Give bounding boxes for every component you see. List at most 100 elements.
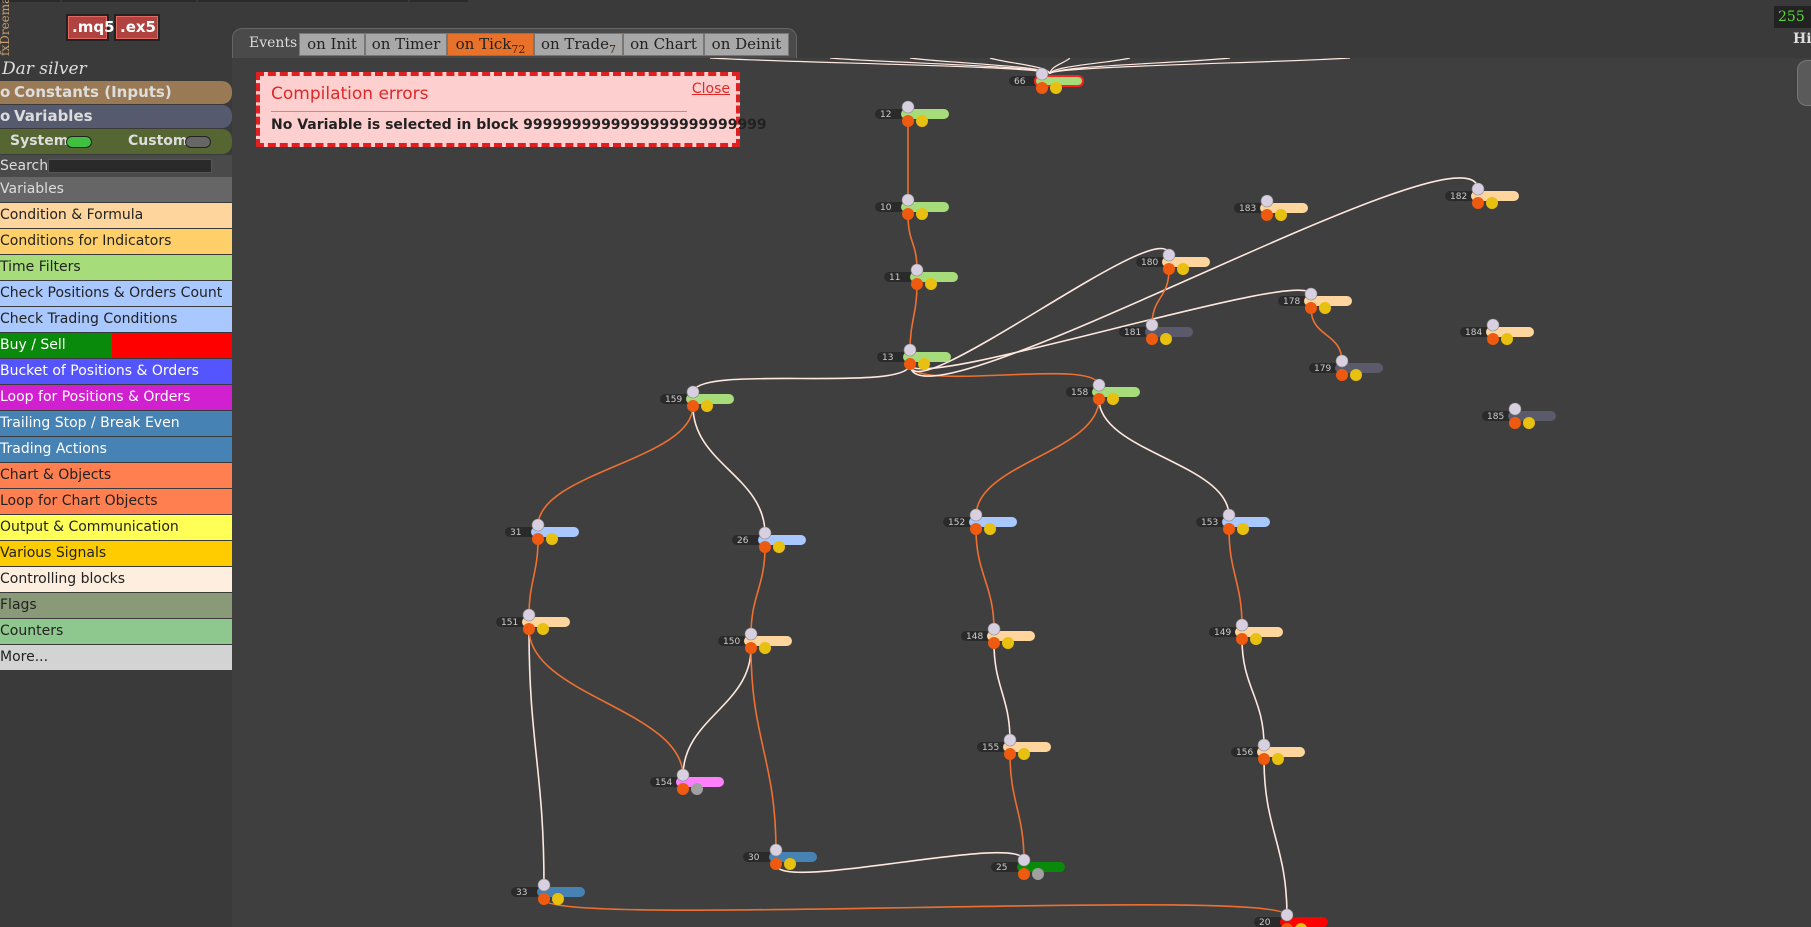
block-66[interactable]: 66 — [1009, 67, 1084, 94]
constants-panel-header[interactable]: o Constants (Inputs) — [0, 81, 232, 104]
tab-on-chart[interactable]: on Chart — [623, 33, 704, 56]
output-connector-true — [677, 783, 689, 795]
tab-label: on Init — [307, 35, 357, 53]
tab-on-trade[interactable]: on Trade7 — [534, 33, 623, 56]
connection-wire — [909, 283, 918, 352]
custom-label: Custom — [128, 133, 188, 149]
category-item[interactable]: More... — [0, 645, 232, 670]
category-item[interactable]: Loop for Chart Objects — [0, 489, 232, 514]
input-connector — [537, 878, 551, 892]
category-item[interactable]: Counters — [0, 619, 232, 644]
top-divider — [410, 0, 468, 2]
block-10[interactable]: 10 — [875, 193, 949, 220]
output-connector-false — [1018, 748, 1030, 760]
block-181[interactable]: 181 — [1119, 318, 1193, 345]
category-item[interactable]: Buy / Sell — [0, 333, 232, 358]
system-label: System — [10, 133, 69, 149]
block-156[interactable]: 156 — [1231, 738, 1305, 765]
block-20[interactable]: 20 — [1254, 908, 1328, 927]
category-item[interactable]: Controlling blocks — [0, 567, 232, 592]
category-item[interactable]: Variables — [0, 177, 232, 202]
category-item[interactable]: Trading Actions — [0, 437, 232, 462]
category-item[interactable]: Output & Communication — [0, 515, 232, 540]
block-150[interactable]: 150 — [718, 627, 792, 654]
connection-wire — [750, 647, 777, 852]
tab-label: on Trade — [540, 35, 610, 53]
block-159[interactable]: 159 — [660, 385, 734, 412]
block-11[interactable]: 11 — [884, 263, 958, 290]
block-graph[interactable]: 66 12 10 11 13 159 158 183 182 180 178 181 179 184 185… — [232, 58, 1811, 927]
input-connector — [903, 343, 917, 357]
connection-wire — [1009, 753, 1025, 862]
category-item[interactable]: Chart & Objects — [0, 463, 232, 488]
tab-on-tick[interactable]: on Tick72 — [447, 33, 534, 56]
category-item[interactable]: Trailing Stop / Break Even — [0, 411, 232, 436]
block-151[interactable]: 151 — [496, 608, 570, 635]
block-154[interactable]: 154 — [650, 768, 724, 795]
system-toggle[interactable] — [66, 136, 92, 148]
connection-wire — [1098, 398, 1230, 517]
block-153[interactable]: 153 — [1196, 508, 1270, 535]
category-item[interactable]: Conditions for Indicators — [0, 229, 232, 254]
ex5-button[interactable]: .ex5 — [114, 14, 160, 41]
block-148[interactable]: 148 — [961, 622, 1035, 649]
mq5-button[interactable]: .mq5 — [66, 14, 115, 41]
input-connector — [758, 526, 772, 540]
block-id-label: 66 — [1014, 77, 1026, 87]
block-183[interactable]: 183 — [1234, 194, 1308, 221]
block-id-label: 11 — [889, 273, 900, 283]
output-connector-true — [1093, 393, 1105, 405]
sell-swatch[interactable] — [112, 333, 232, 358]
connection-wire — [682, 647, 752, 777]
input-connector — [969, 508, 983, 522]
block-26[interactable]: 26 — [732, 526, 806, 553]
output-connector-true — [538, 893, 550, 905]
category-item[interactable]: Check Trading Conditions — [0, 307, 232, 332]
custom-toggle[interactable] — [185, 136, 211, 148]
category-item[interactable]: Loop for Positions & Orders — [0, 385, 232, 410]
search-input[interactable] — [48, 159, 212, 173]
category-item[interactable]: Condition & Formula — [0, 203, 232, 228]
input-connector — [1486, 318, 1500, 332]
block-25[interactable]: 25 — [991, 853, 1065, 880]
block-158[interactable]: 158 — [1066, 378, 1140, 405]
input-connector — [1260, 194, 1274, 208]
category-item[interactable]: Check Positions & Orders Count — [0, 281, 232, 306]
block-155[interactable]: 155 — [977, 733, 1051, 760]
block-179[interactable]: 179 — [1309, 354, 1383, 381]
connection-wire — [909, 289, 1312, 370]
block-31[interactable]: 31 — [505, 518, 579, 545]
block-12[interactable]: 12 — [875, 100, 949, 127]
block-id-label: 159 — [665, 395, 682, 405]
panel-header-label: Variables — [14, 107, 93, 125]
connection-wire — [1228, 528, 1243, 627]
input-connector — [1335, 354, 1349, 368]
category-item[interactable]: Time Filters — [0, 255, 232, 280]
block-30[interactable]: 30 — [743, 843, 817, 870]
block-id-label: 152 — [948, 518, 965, 528]
category-label: Flags — [0, 597, 37, 613]
output-connector-true — [902, 115, 914, 127]
block-182[interactable]: 182 — [1445, 182, 1519, 209]
tab-on-timer[interactable]: on Timer — [365, 33, 447, 56]
close-link[interactable]: Close — [692, 81, 730, 97]
block-180[interactable]: 180 — [1136, 248, 1210, 275]
category-label: More... — [0, 649, 49, 665]
category-item[interactable]: Flags — [0, 593, 232, 618]
tab-on-init[interactable]: on Init — [299, 33, 365, 56]
history-label[interactable]: His — [1793, 31, 1811, 47]
category-item[interactable]: Various Signals — [0, 541, 232, 566]
tab-on-deinit[interactable]: on Deinit — [704, 33, 789, 56]
block-149[interactable]: 149 — [1209, 618, 1283, 645]
block-152[interactable]: 152 — [943, 508, 1017, 535]
block-33[interactable]: 33 — [511, 878, 585, 905]
block-canvas[interactable]: 66 12 10 11 13 159 158 183 182 180 178 181 179 184 185… — [232, 58, 1811, 927]
project-name[interactable]: Dar silver — [2, 58, 87, 80]
category-item[interactable]: Bucket of Positions & Orders — [0, 359, 232, 384]
output-connector-false — [701, 400, 713, 412]
output-connector-false — [916, 115, 928, 127]
block-184[interactable]: 184 — [1460, 318, 1534, 345]
block-178[interactable]: 178 — [1278, 287, 1352, 314]
block-185[interactable]: 185 — [1482, 402, 1556, 429]
variables-panel-header[interactable]: o Variables — [0, 105, 232, 128]
